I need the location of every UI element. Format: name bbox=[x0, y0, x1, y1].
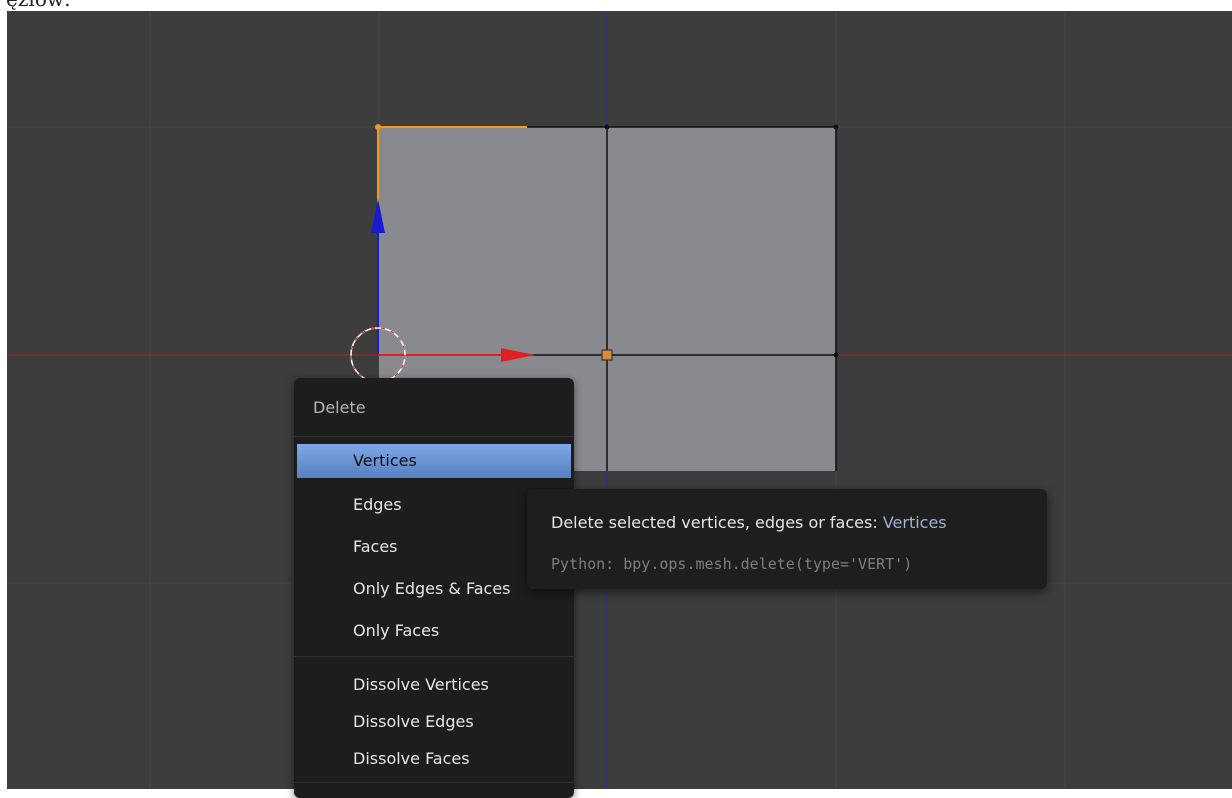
menu-separator bbox=[294, 782, 574, 783]
tooltip-value: Vertices bbox=[882, 513, 947, 532]
active-vertex[interactable] bbox=[601, 349, 613, 361]
3d-viewport[interactable] bbox=[7, 11, 1232, 789]
menu-item-only-faces[interactable]: Only Faces bbox=[297, 614, 571, 648]
tooltip-description: Delete selected vertices, edges or faces… bbox=[551, 513, 878, 532]
menu-separator bbox=[294, 656, 574, 657]
selected-vertex[interactable] bbox=[375, 124, 381, 130]
operator-tooltip: Delete selected vertices, edges or faces… bbox=[527, 489, 1047, 589]
menu-item-dissolve-faces[interactable]: Dissolve Faces bbox=[297, 742, 571, 776]
tooltip-python: Python: bpy.ops.mesh.delete(type='VERT') bbox=[551, 555, 913, 573]
menu-separator bbox=[294, 436, 574, 437]
viewport-canvas[interactable] bbox=[7, 11, 1232, 789]
menu-title: Delete bbox=[313, 398, 366, 417]
menu-item-vertices[interactable]: Vertices bbox=[297, 444, 571, 478]
menu-item-dissolve-vertices[interactable]: Dissolve Vertices bbox=[297, 668, 571, 702]
tooltip-description-line: Delete selected vertices, edges or faces… bbox=[551, 513, 947, 532]
menu-item-dissolve-edges[interactable]: Dissolve Edges bbox=[297, 705, 571, 739]
document-caption: ęzłów: bbox=[6, 0, 71, 10]
